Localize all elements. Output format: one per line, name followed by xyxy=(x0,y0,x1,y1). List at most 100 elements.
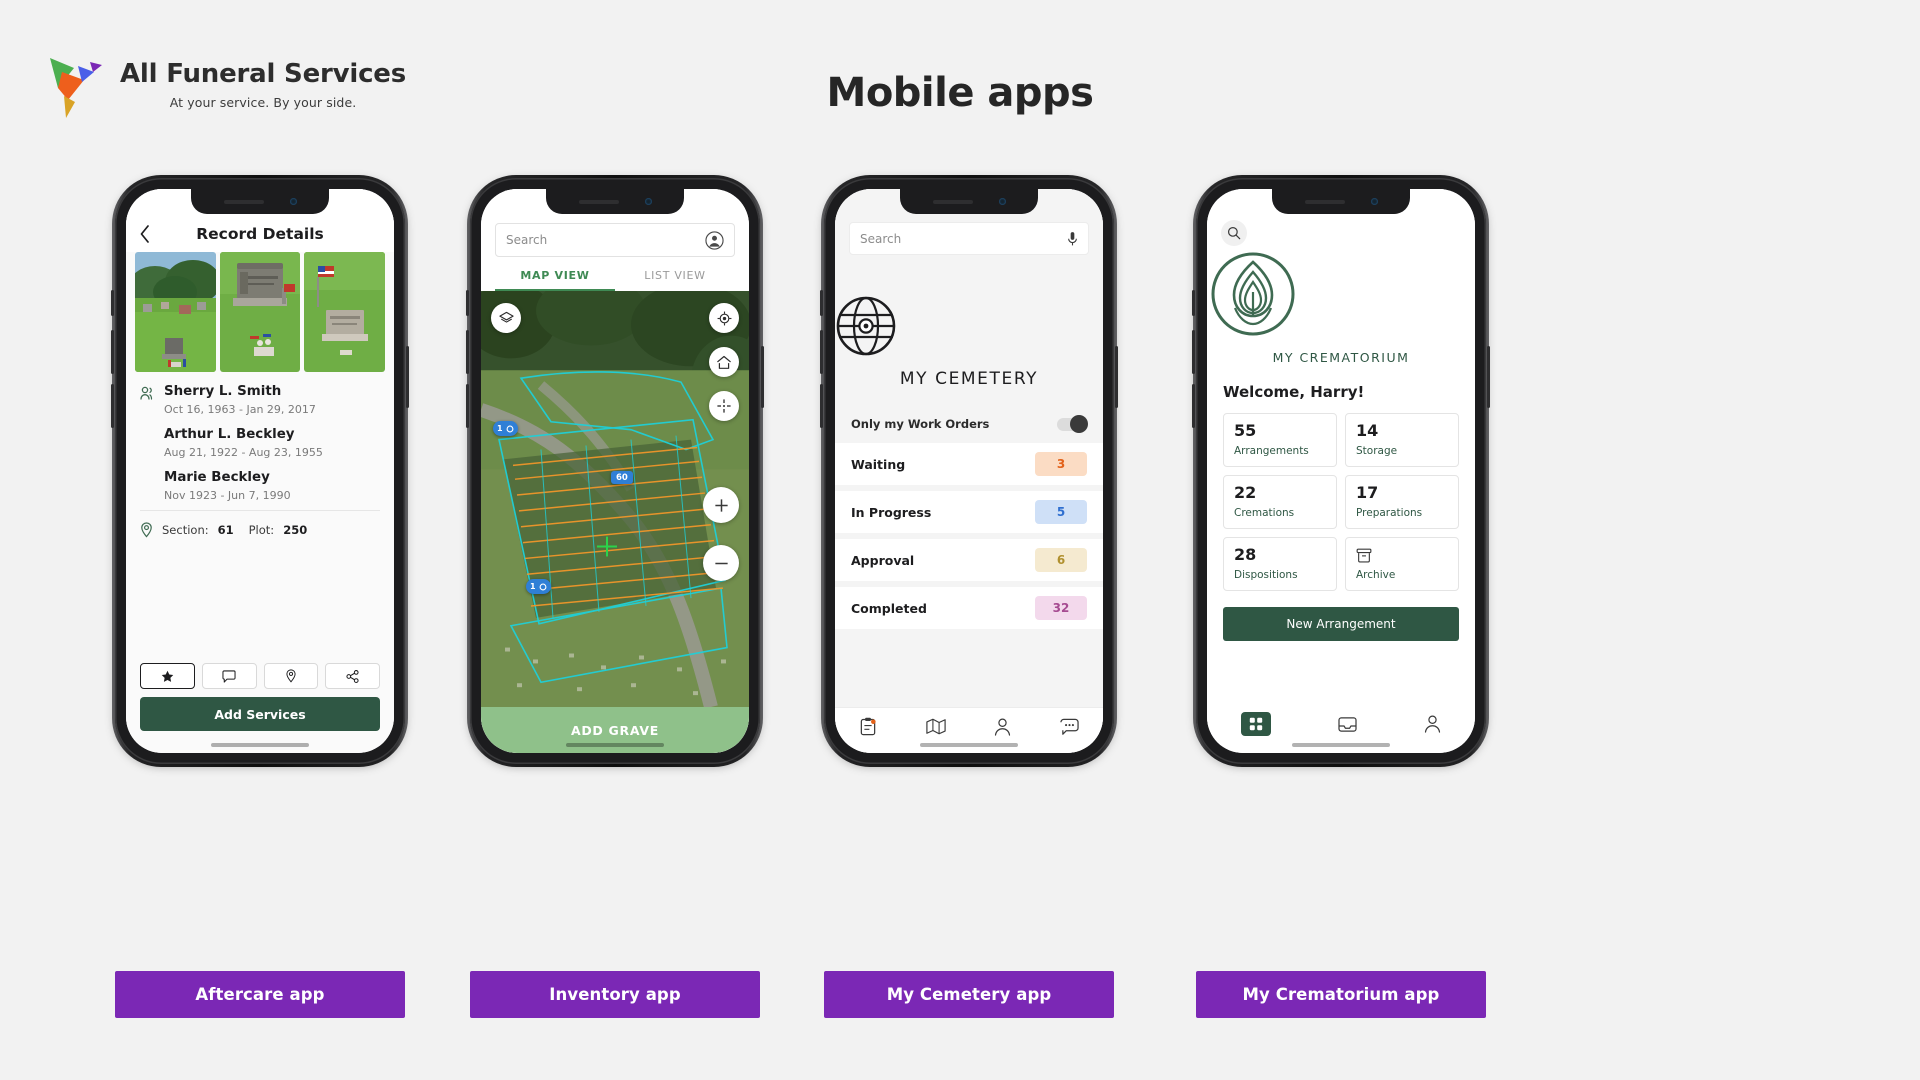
zoom-out-button[interactable] xyxy=(703,545,739,581)
gallery-photo[interactable] xyxy=(304,252,386,372)
front-camera xyxy=(998,198,1006,205)
zoom-out-icon xyxy=(714,562,728,564)
section-badge[interactable]: 60 xyxy=(611,471,633,484)
nav-map-button[interactable] xyxy=(926,718,946,735)
section-value: 61 xyxy=(217,523,234,537)
stat-arrangements[interactable]: 55 Arrangements xyxy=(1223,413,1337,467)
stat-value: 28 xyxy=(1234,545,1257,564)
pin-count: 1 xyxy=(497,424,503,433)
record-item[interactable]: Arthur L. Beckley Aug 21, 1922 - Aug 23,… xyxy=(140,427,380,459)
favorite-button[interactable] xyxy=(140,663,195,689)
locate-me-button[interactable] xyxy=(709,303,739,333)
stat-dispositions[interactable]: 28 Dispositions xyxy=(1223,537,1337,591)
gallery-photo[interactable] xyxy=(135,252,216,372)
pin-count: 1 xyxy=(530,582,536,591)
stat-preparations[interactable]: 17 Preparations xyxy=(1345,475,1459,529)
record-item[interactable]: Marie Beckley Nov 1923 - Jun 7, 1990 xyxy=(140,470,380,502)
search-input[interactable]: Search xyxy=(849,222,1089,255)
search-input[interactable]: Search xyxy=(495,223,735,257)
nav-profile-button[interactable] xyxy=(1424,715,1441,733)
stat-storage[interactable]: 14 Storage xyxy=(1345,413,1459,467)
record-list: Sherry L. Smith Oct 16, 1963 - Jan 29, 2… xyxy=(126,372,394,508)
nav-inbox-button[interactable] xyxy=(1338,716,1357,733)
status-label: Approval xyxy=(851,552,915,568)
share-button[interactable] xyxy=(325,663,380,689)
comment-button[interactable] xyxy=(201,663,257,689)
status-row-completed[interactable]: Completed 32 xyxy=(835,587,1103,629)
phone-mute-button[interactable] xyxy=(1192,290,1195,316)
record-dates: Aug 21, 1922 - Aug 23, 1955 xyxy=(164,446,323,459)
gallery-photo[interactable] xyxy=(219,252,301,372)
phone-power-button[interactable] xyxy=(1487,346,1490,408)
phone-mute-button[interactable] xyxy=(111,290,114,316)
map-icon xyxy=(926,718,946,735)
home-indicator xyxy=(1292,743,1390,747)
back-button[interactable] xyxy=(140,225,162,243)
grid-dashboard-icon xyxy=(1249,717,1262,731)
nav-work-orders-button[interactable] xyxy=(859,717,877,736)
phone-frame: Search MAP VIEW LIST VIEW 1 1 60 ADD GRA… xyxy=(466,175,764,767)
home-indicator xyxy=(211,743,309,747)
phone-volume-down-button[interactable] xyxy=(820,384,823,428)
record-name: Sherry L. Smith xyxy=(164,384,282,399)
new-arrangement-button[interactable]: New Arrangement xyxy=(1223,607,1459,641)
stat-archive[interactable]: Archive xyxy=(1345,537,1459,591)
phone-volume-up-button[interactable] xyxy=(820,330,823,374)
tab-list-view[interactable]: LIST VIEW xyxy=(615,269,735,291)
archive-box-icon xyxy=(1356,546,1448,564)
microphone-icon[interactable] xyxy=(1067,231,1078,247)
phone-power-button[interactable] xyxy=(406,346,409,408)
tab-map-view[interactable]: MAP VIEW xyxy=(495,269,615,291)
stat-label: Preparations xyxy=(1356,506,1423,519)
map-layers-button[interactable] xyxy=(491,303,521,333)
phone-inventory: Search MAP VIEW LIST VIEW 1 1 60 ADD GRA… xyxy=(466,175,764,1018)
star-icon xyxy=(161,670,174,682)
phone-volume-down-button[interactable] xyxy=(466,384,469,428)
map-pin-cluster[interactable]: 1 xyxy=(493,421,518,436)
phone-volume-up-button[interactable] xyxy=(466,330,469,374)
zoom-in-button[interactable] xyxy=(703,487,739,523)
status-row-waiting[interactable]: Waiting 3 xyxy=(835,443,1103,485)
app-logo: MY CEMETERY xyxy=(835,295,1103,389)
home-indicator xyxy=(920,743,1018,747)
stat-label: Dispositions xyxy=(1234,568,1298,581)
nav-chat-button[interactable] xyxy=(1060,718,1079,736)
status-row-approval[interactable]: Approval 6 xyxy=(835,539,1103,581)
add-services-button[interactable]: Add Services xyxy=(140,697,380,731)
clipboard-icon xyxy=(860,717,876,736)
flame-leaf-icon xyxy=(1211,252,1295,336)
account-circle-icon[interactable] xyxy=(705,230,724,250)
location-button[interactable] xyxy=(263,663,319,689)
nav-profile-button[interactable] xyxy=(994,718,1011,736)
search-icon xyxy=(1227,226,1241,240)
phone-volume-down-button[interactable] xyxy=(111,384,114,428)
section-label: Section: xyxy=(162,523,209,537)
page-title: Mobile apps xyxy=(826,70,1094,116)
phone-power-button[interactable] xyxy=(1115,346,1118,408)
plot-label: Plot: xyxy=(248,523,275,537)
cemetery-map[interactable]: 1 1 60 xyxy=(481,291,749,707)
center-map-button[interactable] xyxy=(709,391,739,421)
work-orders-toggle[interactable] xyxy=(1057,414,1088,433)
record-item[interactable]: Sherry L. Smith Oct 16, 1963 - Jan 29, 2… xyxy=(140,384,380,416)
share-icon xyxy=(346,669,359,683)
phone-mute-button[interactable] xyxy=(466,290,469,316)
phone-volume-down-button[interactable] xyxy=(1192,384,1195,428)
map-home-button[interactable] xyxy=(709,347,739,377)
view-tabs: MAP VIEW LIST VIEW xyxy=(495,269,735,291)
stat-label: Arrangements xyxy=(1234,444,1309,457)
phone-power-button[interactable] xyxy=(761,346,764,408)
status-row-in-progress[interactable]: In Progress 5 xyxy=(835,491,1103,533)
map-pin-cluster[interactable]: 1 xyxy=(526,579,551,594)
stat-cremations[interactable]: 22 Cremations xyxy=(1223,475,1337,529)
record-dates: Nov 1923 - Jun 7, 1990 xyxy=(164,489,291,502)
map-pin-icon xyxy=(286,669,296,683)
phone-volume-up-button[interactable] xyxy=(111,330,114,374)
search-button[interactable] xyxy=(1221,220,1247,246)
phone-mute-button[interactable] xyxy=(820,290,823,316)
phone-volume-up-button[interactable] xyxy=(1192,330,1195,374)
work-orders-filter[interactable]: Only my Work Orders xyxy=(835,389,1103,433)
stat-value: 55 xyxy=(1234,421,1257,440)
photo-gallery[interactable] xyxy=(126,252,394,372)
nav-dashboard-button[interactable] xyxy=(1240,712,1271,736)
